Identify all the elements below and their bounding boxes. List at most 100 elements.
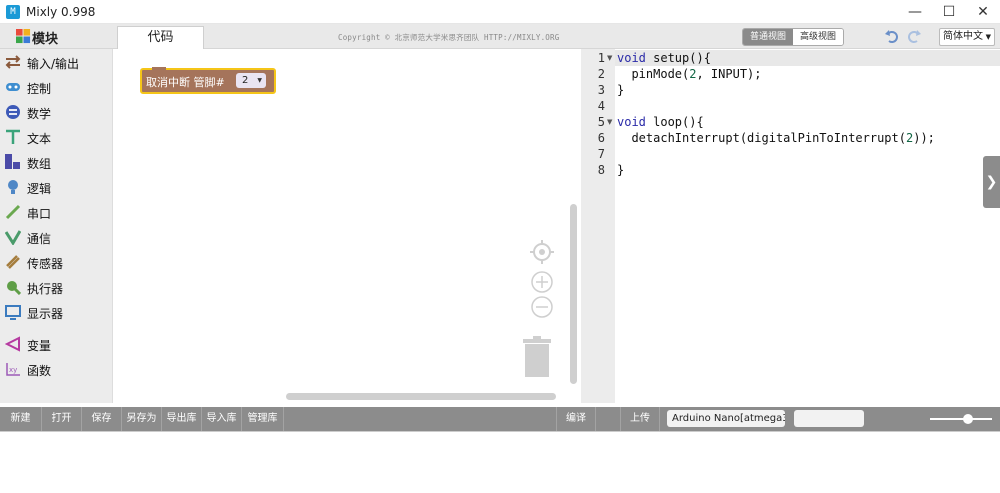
tab-code[interactable]: 代码 (117, 26, 204, 50)
trash-icon[interactable] (522, 336, 552, 378)
sidebar-item-label: 数学 (27, 107, 52, 121)
view-mode-toggle: 普通视图 高级视图 (742, 28, 844, 46)
line-number: 1 (597, 51, 605, 65)
arrows-io-icon (5, 55, 21, 69)
line-number: 3 (597, 83, 605, 97)
zoom-out-icon[interactable] (531, 296, 553, 318)
top-toolbar: 模块 代码 Copyright © 北京师范大学米思齐团队 HTTP://MIX… (0, 24, 1000, 50)
sidebar-item-math[interactable]: 数学 (0, 101, 113, 125)
pen-icon (5, 204, 21, 220)
zoom-in-icon[interactable] (531, 271, 553, 293)
undo-icon[interactable] (884, 28, 900, 44)
sidebar-item-label: 控制 (27, 82, 52, 96)
sidebar-item-label: 数组 (27, 157, 52, 171)
save-as-button[interactable]: 另存为 (122, 407, 162, 431)
gamepad-icon (6, 83, 20, 91)
save-button[interactable]: 保存 (82, 407, 122, 431)
sidebar-item-sensor[interactable]: 传感器 (0, 251, 113, 275)
sidebar-item-communication[interactable]: 通信 (0, 226, 113, 250)
advanced-view-button[interactable]: 高级视图 (793, 29, 843, 45)
sidebar-item-label: 显示器 (27, 307, 64, 321)
sidebar-item-serial[interactable]: 串口 (0, 201, 113, 225)
fold-arrow-icon[interactable]: ▼ (607, 118, 612, 126)
sidebar-item-display[interactable]: 显示器 (0, 301, 113, 325)
new-button[interactable]: 新建 (0, 407, 42, 431)
code-token: )); (913, 131, 935, 145)
code-token: , INPUT); (696, 67, 762, 81)
code-line: void setup(){ (617, 51, 711, 65)
sidebar-item-io[interactable]: 输入/输出 (0, 51, 113, 75)
line-number: 2 (597, 67, 605, 81)
actuator-icon (7, 281, 21, 295)
toolbox-title: 模块 (32, 32, 59, 47)
blocks-workspace[interactable] (113, 49, 581, 403)
sensor-icon (6, 255, 20, 269)
sidebar-item-text[interactable]: 文本 (0, 126, 113, 150)
line-number: 6 (597, 131, 605, 145)
language-select[interactable]: 简体中文 ▼ (939, 28, 995, 46)
variable-icon (5, 336, 20, 352)
line-number: 7 (597, 147, 605, 161)
sidebar-item-label: 函数 (27, 364, 52, 378)
copyright-text: Copyright © 北京师范大学米思齐团队 HTTP://MIXLY.ORG (338, 33, 560, 42)
svg-text:xy: xy (9, 366, 17, 374)
code-token: loop(){ (645, 115, 704, 129)
text-t-icon (6, 129, 20, 144)
board-select[interactable]: Arduino Nano[atmega328] (667, 410, 785, 427)
sidebar-item-actuator[interactable]: 执行器 (0, 276, 113, 300)
workspace-vertical-scrollbar[interactable] (570, 204, 577, 384)
communication-icon (5, 230, 21, 245)
zoom-slider-handle[interactable] (963, 414, 973, 424)
sidebar-item-function[interactable]: xy 函数 (0, 358, 113, 382)
redo-icon[interactable] (906, 28, 922, 44)
bottom-action-bar: 新建 打开 保存 另存为 导出库 导入库 管理库 编译 上传 Arduino N… (0, 407, 1000, 431)
fold-arrow-icon[interactable]: ▼ (607, 54, 612, 62)
sidebar-item-logic[interactable]: 逻辑 (0, 176, 113, 200)
line-number: 8 (597, 163, 605, 177)
sidebar-item-label: 通信 (27, 232, 52, 246)
manage-lib-button[interactable]: 管理库 (242, 407, 284, 431)
output-console[interactable] (0, 431, 1000, 493)
maximize-button[interactable]: ☐ (932, 0, 966, 24)
close-button[interactable]: ✕ (966, 0, 1000, 24)
port-select[interactable] (794, 410, 864, 427)
recenter-target-icon[interactable] (530, 240, 554, 264)
monitor-icon (5, 305, 21, 320)
code-token: setup(){ (645, 51, 711, 65)
code-editor[interactable] (581, 49, 1000, 403)
export-lib-button[interactable]: 导出库 (162, 407, 202, 431)
zoom-slider-track[interactable] (930, 418, 992, 420)
chevron-right-icon[interactable]: ❯ (983, 156, 1000, 208)
sidebar-item-label: 变量 (27, 339, 52, 353)
sidebar-item-control[interactable]: 控制 (0, 76, 113, 100)
sidebar-item-variable[interactable]: 变量 (0, 333, 113, 357)
pin-dropdown-value: 2 (242, 75, 249, 86)
import-lib-button[interactable]: 导入库 (202, 407, 242, 431)
workspace-horizontal-scrollbar[interactable] (286, 393, 556, 400)
code-line: detachInterrupt(digitalPinToInterrupt(2)… (617, 131, 935, 145)
minimize-button[interactable]: — (898, 0, 932, 24)
math-circle-icon (6, 105, 20, 119)
chevron-down-icon: ▼ (257, 77, 262, 84)
upload-button[interactable]: 上传 (620, 407, 660, 431)
code-line: } (617, 163, 625, 177)
sidebar-item-label: 逻辑 (27, 182, 52, 196)
code-line: pinMode(2, INPUT); (617, 67, 762, 81)
window-titlebar: M Mixly 0.998 — ☐ ✕ (0, 0, 1000, 24)
code-line: } (617, 83, 625, 97)
block-label: 取消中断 管脚# (146, 76, 225, 89)
line-number: 5 (597, 115, 605, 129)
array-blocks-icon (5, 154, 20, 169)
chevron-down-icon: ▼ (985, 33, 991, 41)
window-title: Mixly 0.998 (26, 5, 96, 19)
app-logo-icon: M (6, 5, 20, 19)
language-select-value: 简体中文 (943, 31, 983, 42)
code-token: pinMode( (617, 67, 690, 81)
normal-view-button[interactable]: 普通视图 (743, 29, 793, 45)
pin-dropdown[interactable]: 2 ▼ (236, 73, 266, 88)
block-notch (152, 67, 166, 71)
open-button[interactable]: 打开 (42, 407, 82, 431)
code-line: void loop(){ (617, 115, 704, 129)
sidebar-item-array[interactable]: 数组 (0, 151, 113, 175)
compile-button[interactable]: 编译 (556, 407, 596, 431)
